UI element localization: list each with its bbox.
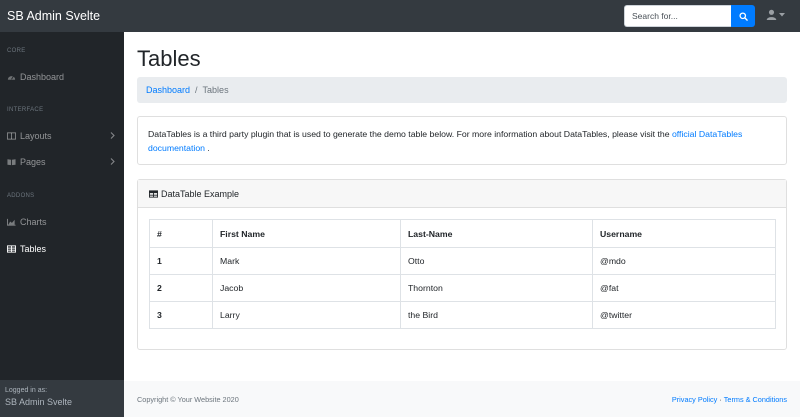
columns-icon — [7, 132, 16, 141]
breadcrumb-dashboard-link[interactable]: Dashboard — [146, 85, 190, 95]
chevron-right-icon — [110, 158, 115, 165]
sidebar-heading-core: CORE — [7, 48, 26, 54]
sidebar: CORE Dashboard INTERFACE Layouts Pages A… — [0, 32, 124, 417]
logged-in-user: SB Admin Svelte — [5, 397, 73, 407]
chart-area-icon — [7, 218, 16, 227]
sidebar-heading-addons: ADDONS — [7, 193, 35, 199]
card-title: DataTable Example — [161, 188, 240, 199]
column-header[interactable]: Username — [592, 219, 776, 248]
sidebar-item-label: Charts — [20, 217, 47, 227]
sidebar-item-label: Dashboard — [20, 72, 65, 82]
breadcrumb: Dashboard / Tables — [137, 77, 787, 103]
table-cell: 3 — [149, 301, 213, 329]
caret-down-icon — [779, 12, 785, 16]
sidebar-item-label: Tables — [20, 244, 47, 254]
column-header[interactable]: Last-Name — [400, 219, 593, 248]
table-cell: 1 — [149, 247, 213, 275]
column-header[interactable]: First Name — [212, 219, 401, 248]
sidebar-item-pages[interactable]: Pages — [0, 153, 124, 171]
table-row: 3 Larry the Bird @twitter — [149, 301, 776, 329]
tachometer-icon — [7, 73, 16, 82]
table-cell: Mark — [212, 247, 401, 275]
table-cell: 2 — [149, 274, 213, 302]
table-cell: Jacob — [212, 274, 401, 302]
sidebar-item-label: Pages — [20, 157, 46, 167]
sidebar-footer: Logged in as: SB Admin Svelte — [0, 380, 124, 417]
brand-link[interactable]: SB Admin Svelte — [0, 9, 124, 23]
datatable-card: DataTable Example # First Name Last-Name… — [137, 179, 787, 350]
chevron-right-icon — [110, 132, 115, 139]
sidebar-item-tables[interactable]: Tables — [0, 240, 124, 258]
user-icon — [766, 9, 777, 20]
breadcrumb-current: Tables — [202, 85, 229, 95]
table-row: 2 Jacob Thornton @fat — [149, 274, 776, 302]
sidebar-item-label: Layouts — [20, 131, 52, 141]
table-header-row: # First Name Last-Name Username — [149, 219, 776, 248]
table-cell: @mdo — [592, 247, 776, 275]
sidebar-item-dashboard[interactable]: Dashboard — [0, 68, 124, 86]
search-icon — [738, 11, 748, 21]
table-cell: the Bird — [400, 301, 593, 329]
top-navbar: SB Admin Svelte — [0, 0, 800, 32]
breadcrumb-separator: / — [195, 85, 198, 95]
search-form — [624, 5, 755, 27]
user-dropdown[interactable] — [766, 9, 785, 20]
page-footer: Copyright © Your Website 2020 Privacy Po… — [124, 381, 800, 417]
info-card: DataTables is a third party plugin that … — [137, 116, 787, 165]
privacy-policy-link[interactable]: Privacy Policy — [672, 395, 717, 404]
table-cell: Thornton — [400, 274, 593, 302]
copyright-text: Copyright © Your Website 2020 — [137, 394, 239, 404]
page-title: Tables — [137, 46, 201, 71]
table-cell: @fat — [592, 274, 776, 302]
column-header[interactable]: # — [149, 219, 213, 248]
sidebar-item-charts[interactable]: Charts — [0, 213, 124, 231]
footer-separator: · — [719, 394, 722, 404]
terms-link[interactable]: Terms & Conditions — [724, 395, 787, 404]
table-cell: @twitter — [592, 301, 776, 329]
table-cell: Otto — [400, 247, 593, 275]
data-table: # First Name Last-Name Username 1 Mark O… — [149, 219, 776, 329]
sidebar-heading-interface: INTERFACE — [7, 107, 44, 113]
logged-in-label: Logged in as: — [5, 387, 48, 394]
table-icon — [7, 245, 16, 254]
table-cell: Larry — [212, 301, 401, 329]
footer-links: Privacy Policy · Terms & Conditions — [672, 395, 787, 404]
info-text-end: . — [207, 143, 210, 153]
search-input[interactable] — [624, 5, 731, 27]
book-icon — [7, 158, 16, 167]
search-button[interactable] — [731, 5, 755, 27]
info-text: DataTables is a third party plugin that … — [148, 129, 670, 139]
table-row: 1 Mark Otto @mdo — [149, 247, 776, 275]
sidebar-item-layouts[interactable]: Layouts — [0, 127, 124, 145]
card-header: DataTable Example — [138, 180, 786, 208]
table-icon — [149, 189, 158, 198]
